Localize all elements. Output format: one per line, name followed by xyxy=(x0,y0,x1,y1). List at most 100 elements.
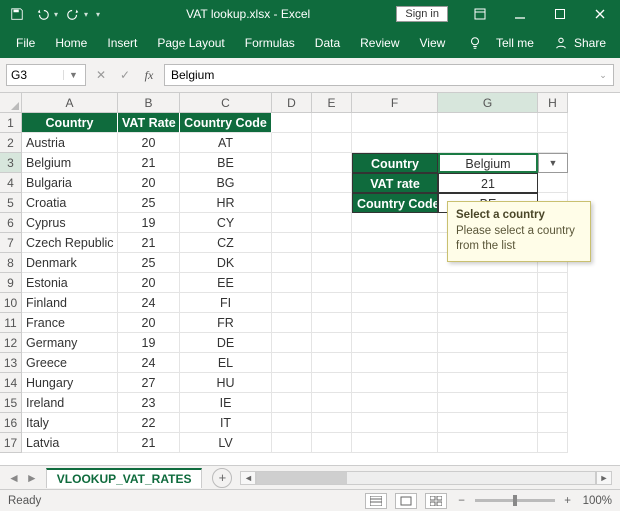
cell-b9[interactable]: 20 xyxy=(118,273,180,293)
cell-c14[interactable]: HU xyxy=(180,373,272,393)
cell-d3[interactable] xyxy=(272,153,312,173)
cell-f7[interactable] xyxy=(352,233,438,253)
cell-a13[interactable]: Greece xyxy=(22,353,118,373)
empty-cell[interactable] xyxy=(352,113,438,133)
signin-button[interactable]: Sign in xyxy=(396,6,448,22)
enter-icon[interactable]: ✓ xyxy=(118,68,132,82)
cell-b14[interactable]: 27 xyxy=(118,373,180,393)
name-box-dropdown-icon[interactable]: ▼ xyxy=(63,70,83,80)
undo-icon[interactable] xyxy=(32,3,54,25)
cell-b11[interactable]: 20 xyxy=(118,313,180,333)
cell-d9[interactable] xyxy=(272,273,312,293)
cell-b16[interactable]: 22 xyxy=(118,413,180,433)
cell-c11[interactable]: FR xyxy=(180,313,272,333)
zoom-level[interactable]: 100% xyxy=(583,495,612,507)
cell-b10[interactable]: 24 xyxy=(118,293,180,313)
redo-icon[interactable] xyxy=(62,3,84,25)
zoom-in-icon[interactable]: + xyxy=(561,495,575,507)
cell-g10[interactable] xyxy=(438,293,538,313)
empty-cell[interactable] xyxy=(538,113,568,133)
hscroll-left-icon[interactable]: ◄ xyxy=(240,471,256,485)
cell-d15[interactable] xyxy=(272,393,312,413)
tab-home[interactable]: Home xyxy=(47,30,95,56)
cell-d13[interactable] xyxy=(272,353,312,373)
cell-g14[interactable] xyxy=(438,373,538,393)
cell-f10[interactable] xyxy=(352,293,438,313)
cell-b3[interactable]: 21 xyxy=(118,153,180,173)
cell-h14[interactable] xyxy=(538,373,568,393)
column-header-B[interactable]: B xyxy=(118,93,180,113)
cell-a12[interactable]: Germany xyxy=(22,333,118,353)
cell-a8[interactable]: Denmark xyxy=(22,253,118,273)
cell-g17[interactable] xyxy=(438,433,538,453)
cancel-icon[interactable]: ✕ xyxy=(94,68,108,82)
cell-a5[interactable]: Croatia xyxy=(22,193,118,213)
row-header-5[interactable]: 5 xyxy=(0,193,22,213)
cell-d16[interactable] xyxy=(272,413,312,433)
cell-d14[interactable] xyxy=(272,373,312,393)
save-icon[interactable] xyxy=(6,3,28,25)
cell-d12[interactable] xyxy=(272,333,312,353)
cell-a7[interactable]: Czech Republic xyxy=(22,233,118,253)
cell-e6[interactable] xyxy=(312,213,352,233)
cell-e14[interactable] xyxy=(312,373,352,393)
share-button[interactable]: Share xyxy=(546,34,612,52)
cell-d17[interactable] xyxy=(272,433,312,453)
cell-h4[interactable] xyxy=(538,173,568,193)
cell-a10[interactable]: Finland xyxy=(22,293,118,313)
cell-a3[interactable]: Belgium xyxy=(22,153,118,173)
cell-f13[interactable] xyxy=(352,353,438,373)
column-header-F[interactable]: F xyxy=(352,93,438,113)
cell-h9[interactable] xyxy=(538,273,568,293)
formula-input[interactable] xyxy=(165,68,595,82)
cell-h10[interactable] xyxy=(538,293,568,313)
cell-e2[interactable] xyxy=(312,133,352,153)
cell-b2[interactable]: 20 xyxy=(118,133,180,153)
lookup-value-rate[interactable]: 21 xyxy=(438,173,538,193)
tab-page-layout[interactable]: Page Layout xyxy=(149,30,232,56)
cell-f15[interactable] xyxy=(352,393,438,413)
cell-e4[interactable] xyxy=(312,173,352,193)
cell-c2[interactable]: AT xyxy=(180,133,272,153)
cell-c6[interactable]: CY xyxy=(180,213,272,233)
row-header-15[interactable]: 15 xyxy=(0,393,22,413)
tab-review[interactable]: Review xyxy=(352,30,407,56)
cell-g2[interactable] xyxy=(438,133,538,153)
cell-b17[interactable]: 21 xyxy=(118,433,180,453)
cell-e15[interactable] xyxy=(312,393,352,413)
row-header-6[interactable]: 6 xyxy=(0,213,22,233)
cell-a16[interactable]: Italy xyxy=(22,413,118,433)
cell-a15[interactable]: Ireland xyxy=(22,393,118,413)
sheet-nav-next-icon[interactable]: ► xyxy=(26,471,38,485)
cell-b12[interactable]: 19 xyxy=(118,333,180,353)
cell-h17[interactable] xyxy=(538,433,568,453)
formula-expand-icon[interactable]: ⌄ xyxy=(595,70,611,81)
cell-b13[interactable]: 24 xyxy=(118,353,180,373)
row-header-12[interactable]: 12 xyxy=(0,333,22,353)
tab-view[interactable]: View xyxy=(412,30,454,56)
cell-e16[interactable] xyxy=(312,413,352,433)
cell-d7[interactable] xyxy=(272,233,312,253)
cell-e8[interactable] xyxy=(312,253,352,273)
normal-view-icon[interactable] xyxy=(365,493,387,509)
maximize-icon[interactable] xyxy=(540,0,580,28)
zoom-slider[interactable] xyxy=(475,499,555,502)
cell-c5[interactable]: HR xyxy=(180,193,272,213)
column-header-H[interactable]: H xyxy=(538,93,568,113)
cell-f6[interactable] xyxy=(352,213,438,233)
cell-c8[interactable]: DK xyxy=(180,253,272,273)
cell-c4[interactable]: BG xyxy=(180,173,272,193)
cell-a9[interactable]: Estonia xyxy=(22,273,118,293)
formula-input-wrap[interactable]: ⌄ xyxy=(164,64,614,86)
cell-c17[interactable]: LV xyxy=(180,433,272,453)
cell-b5[interactable]: 25 xyxy=(118,193,180,213)
column-header-D[interactable]: D xyxy=(272,93,312,113)
cell-e13[interactable] xyxy=(312,353,352,373)
sheet-nav-prev-icon[interactable]: ◄ xyxy=(8,471,20,485)
tab-insert[interactable]: Insert xyxy=(99,30,145,56)
cell-f12[interactable] xyxy=(352,333,438,353)
cell-e12[interactable] xyxy=(312,333,352,353)
tellme[interactable]: Tell me xyxy=(488,30,542,56)
cell-b15[interactable]: 23 xyxy=(118,393,180,413)
cell-b7[interactable]: 21 xyxy=(118,233,180,253)
